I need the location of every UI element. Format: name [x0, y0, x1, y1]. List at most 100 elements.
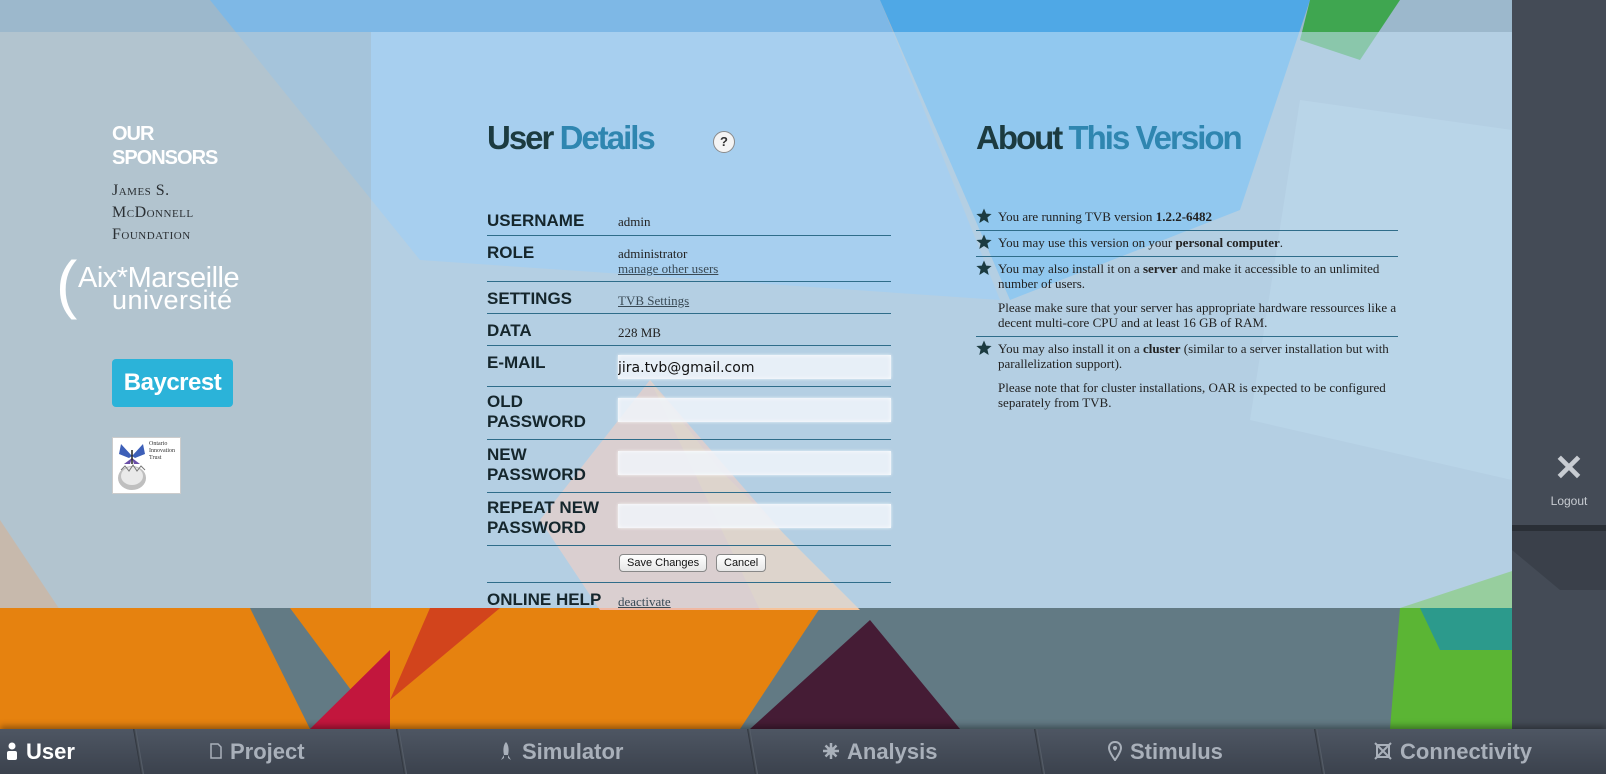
about-version-title: About This Version — [976, 118, 1243, 158]
sponsor-mcdonnell-logo: James S. McDonnell Foundation — [112, 180, 194, 246]
about-item-cluster: You may also install it on a cluster (si… — [976, 337, 1398, 416]
old-password-label-1: Old — [487, 392, 523, 411]
deactivate-help-link[interactable]: deactivate — [618, 594, 671, 609]
new-password-row: New Password — [487, 440, 891, 493]
title-word2: Details — [559, 119, 656, 156]
data-value: 228 MB — [618, 325, 661, 340]
nav-separator — [1034, 729, 1045, 774]
about-item-personal: You may use this version on your persona… — [976, 231, 1398, 257]
nav-tab-stimulus-label: Stimulus — [1130, 739, 1223, 764]
nav-separator — [747, 729, 758, 774]
sponsors-title-line1: Our — [112, 123, 154, 145]
nav-tab-connectivity-label: Connectivity — [1400, 739, 1533, 764]
rocket-icon — [501, 742, 511, 761]
old-password-label-2: Password — [487, 412, 586, 431]
amu-line2: université — [112, 285, 233, 315]
username-value: admin — [618, 214, 651, 229]
about-item1-pre: You are running TVB version — [998, 209, 1156, 224]
repeat-password-label-1: Repeat New — [487, 498, 600, 517]
repeat-password-field[interactable] — [618, 504, 891, 528]
new-password-label: New Password — [487, 445, 586, 485]
new-password-field[interactable] — [618, 451, 891, 475]
oit-line1: Ontario — [149, 441, 168, 447]
nav-tab-simulator-label: Simulator — [522, 739, 624, 764]
nav-tab-simulator[interactable]: Simulator — [498, 729, 623, 774]
email-label: E-mail — [487, 353, 546, 372]
nav-tab-project-label: Project — [230, 739, 305, 764]
bottom-nav: User Project Simulator Analysis Stimulus… — [0, 729, 1606, 774]
about-version-list: You are running TVB version 1.2.2-6482 Y… — [976, 205, 1398, 416]
about-item-server-note: Please make sure that your server has ap… — [998, 300, 1397, 330]
about-item2-pre: You may use this version on your — [998, 235, 1176, 250]
role-value: administrator — [618, 246, 688, 261]
nav-tab-project[interactable]: Project — [210, 729, 305, 774]
logout-button[interactable]: ✕ Logout — [1532, 447, 1606, 509]
settings-label: Settings — [487, 289, 573, 308]
online-help-row: Online Help deactivate — [487, 583, 891, 615]
data-label: Data — [487, 321, 532, 340]
sponsor-mcdonnell-line2: McDonnell — [112, 204, 194, 221]
about-item1-bold: 1.2.2-6482 — [1155, 209, 1213, 224]
nav-tab-stimulus[interactable]: Stimulus — [1108, 729, 1223, 774]
user-icon — [7, 742, 17, 761]
new-password-label-2: Password — [487, 465, 586, 484]
butterfly-egg-icon — [118, 444, 146, 490]
nav-tab-user-label: User — [26, 739, 75, 764]
nav-tab-user[interactable]: User — [6, 729, 75, 774]
amu-paren-mark: ( — [56, 248, 78, 320]
oit-logo-text: Ontario Innovation Trust — [149, 441, 175, 462]
about-item3-bold: server — [1142, 261, 1178, 276]
user-details-form: Username admin Role administrator manage… — [487, 205, 891, 615]
sponsor-amu-logo: ( Aix*Marseille université — [56, 248, 256, 328]
email-field[interactable] — [618, 355, 891, 379]
old-password-label: Old Password — [487, 392, 586, 432]
about-item-version-text: You are running TVB version 1.2.2-6482 — [998, 209, 1398, 224]
star-icon — [976, 234, 992, 249]
sponsor-oit-logo: Ontario Innovation Trust — [112, 437, 181, 494]
cancel-button[interactable]: Cancel — [716, 554, 767, 572]
nav-tab-analysis[interactable]: Analysis — [823, 729, 938, 774]
settings-row: Settings TVB Settings — [487, 282, 891, 314]
username-row: Username admin — [487, 205, 891, 236]
username-label: Username — [487, 211, 585, 230]
about-item3-pre: You may also install it on a — [998, 261, 1143, 276]
role-row: Role administrator manage other users — [487, 236, 891, 282]
star-icon — [976, 208, 992, 223]
about-item4-bold: cluster — [1142, 341, 1181, 356]
repeat-password-label: Repeat New Password — [487, 498, 599, 538]
gear-icon — [823, 743, 839, 760]
about-item2-bold: personal computer — [1175, 235, 1280, 250]
role-label: Role — [487, 243, 535, 262]
logout-label: Logout — [1550, 494, 1588, 508]
sponsor-baycrest-logo: Baycrest — [112, 359, 233, 407]
nav-separator — [133, 729, 144, 774]
about-title-word2: This Version — [1068, 119, 1242, 156]
sponsor-mcdonnell-line1: James S. — [112, 182, 170, 199]
about-item-server: You may also install it on a server and … — [976, 257, 1398, 337]
document-icon — [210, 743, 222, 759]
old-password-field[interactable] — [618, 398, 891, 422]
title-word1: User — [487, 119, 554, 156]
sponsors-title: Our Sponsors — [112, 122, 218, 170]
about-title-word1: About — [976, 119, 1063, 156]
nav-tab-connectivity[interactable]: Connectivity — [1374, 729, 1532, 774]
close-icon: ✕ — [1553, 447, 1585, 488]
nav-separator — [396, 729, 407, 774]
data-row: Data 228 MB — [487, 314, 891, 346]
star-icon — [976, 260, 992, 275]
repeat-password-row: Repeat New Password — [487, 493, 891, 546]
actions-row: Save Changes Cancel — [487, 546, 891, 583]
star-icon — [976, 340, 992, 355]
about-item-cluster-text: You may also install it on a cluster (si… — [998, 341, 1398, 371]
about-item4-pre: You may also install it on a — [998, 341, 1143, 356]
about-item2-post: . — [1279, 235, 1284, 250]
about-item-cluster-note: Please note that for cluster installatio… — [998, 380, 1386, 410]
manage-users-link[interactable]: manage other users — [618, 261, 718, 276]
email-row: E-mail — [487, 346, 891, 387]
user-details-title: User Details — [487, 118, 656, 158]
new-password-label-1: New — [487, 445, 527, 464]
about-item-version: You are running TVB version 1.2.2-6482 — [976, 205, 1398, 231]
help-icon[interactable]: ? — [713, 131, 735, 153]
save-changes-button[interactable]: Save Changes — [619, 554, 708, 572]
tvb-settings-link[interactable]: TVB Settings — [618, 293, 689, 308]
